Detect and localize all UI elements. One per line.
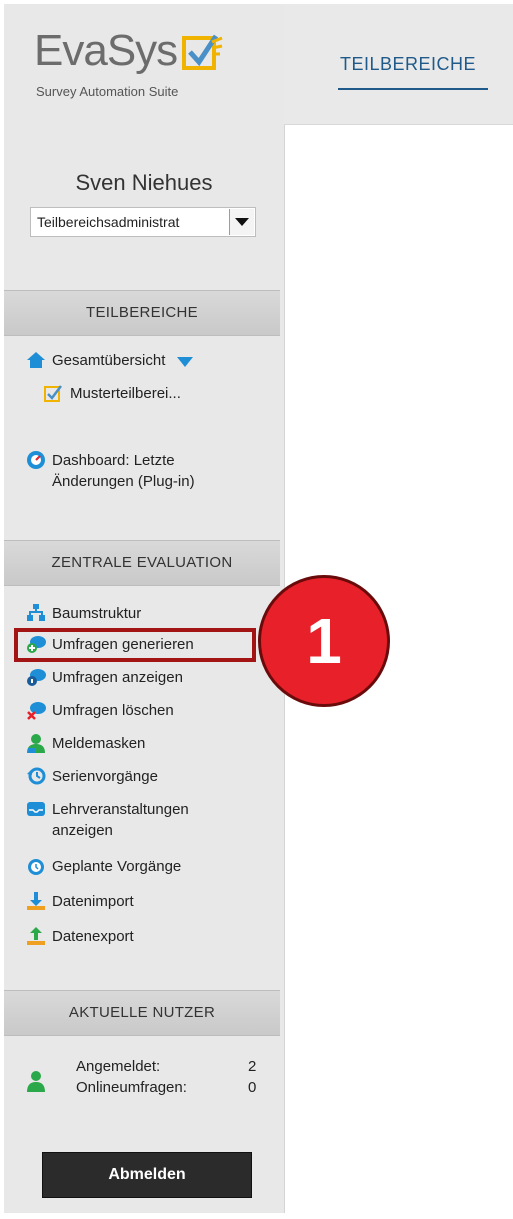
lehrveranstaltungen-line2: anzeigen <box>52 822 113 839</box>
highlight-box <box>14 628 256 662</box>
checkbox-icon <box>44 385 62 402</box>
chevron-down-icon[interactable] <box>229 209 254 235</box>
nav-label: Datenimport <box>52 893 134 910</box>
nav-item-umfragen-anzeigen[interactable]: Umfragen anzeigen <box>26 667 183 688</box>
logo[interactable]: EvaSys Survey Automation Suite <box>34 26 274 106</box>
nav-label: Serienvorgänge <box>52 768 158 785</box>
logo-tagline: Survey Automation Suite <box>36 84 179 99</box>
online-value: 0 <box>248 1079 257 1096</box>
nav-label: Dashboard: Letzte Änderungen (Plug-in) <box>52 450 195 492</box>
nav-item-gesamtuebersicht[interactable]: Gesamtübersicht <box>26 350 194 371</box>
dashboard-line2: Änderungen (Plug-in) <box>52 473 195 490</box>
download-icon <box>27 892 45 910</box>
role-select-value: Teilbereichsadministrat <box>37 214 180 230</box>
logged-in-value: 2 <box>248 1058 257 1075</box>
nav-item-baumstruktur[interactable]: Baumstruktur <box>26 603 141 624</box>
logout-button[interactable]: Abmelden <box>42 1152 252 1198</box>
section-header-aktuelle-nutzer: AKTUELLE NUTZER <box>4 990 280 1036</box>
nav-item-lehrveranstaltungen[interactable]: Lehrveranstaltungen anzeigen <box>26 799 189 841</box>
nav-label: Lehrveranstaltungen anzeigen <box>52 799 189 841</box>
dashboard-icon <box>27 451 45 469</box>
nav-label: Gesamtübersicht <box>52 352 166 369</box>
history-icon <box>27 767 46 785</box>
nav-label: Baumstruktur <box>52 605 142 622</box>
section-header-zentrale: ZENTRALE EVALUATION <box>4 540 280 586</box>
tree-icon <box>27 604 45 621</box>
nav-item-datenimport[interactable]: Datenimport <box>26 891 134 912</box>
person-icon <box>27 734 45 753</box>
upload-icon <box>27 927 45 945</box>
logged-in-label: Angemeldet: <box>76 1058 161 1075</box>
lehrveranstaltungen-line1: Lehrveranstaltungen <box>52 801 189 818</box>
show-survey-icon <box>27 669 46 686</box>
tab-teilbereiche[interactable]: TEILBEREICHE <box>340 54 476 75</box>
header-bar: TEILBEREICHE <box>284 4 513 125</box>
logo-brand: EvaSys <box>34 26 178 75</box>
inbox-icon <box>27 802 45 816</box>
role-select[interactable]: Teilbereichsadministrat <box>30 207 256 237</box>
nav-label: Umfragen anzeigen <box>52 669 183 686</box>
nav-item-geplante-vorgaenge[interactable]: Geplante Vorgänge <box>26 856 181 877</box>
logo-check-icon <box>182 34 223 70</box>
person-icon <box>27 1071 45 1092</box>
delete-survey-icon <box>27 702 46 720</box>
nav-item-datenexport[interactable]: Datenexport <box>26 926 134 947</box>
nav-item-serienvorgaenge[interactable]: Serienvorgänge <box>26 766 158 787</box>
nav-item-musterteilbereich[interactable]: Musterteilberei... <box>44 383 181 404</box>
chevron-down-icon[interactable] <box>177 357 194 367</box>
nav-item-dashboard[interactable]: Dashboard: Letzte Änderungen (Plug-in) <box>26 450 195 492</box>
dashboard-line1: Dashboard: Letzte <box>52 452 175 469</box>
tab-underline <box>338 88 488 90</box>
nav-label: Meldemasken <box>52 735 146 752</box>
section-header-teilbereiche: TEILBEREICHE <box>4 290 280 336</box>
alarm-icon <box>28 859 44 875</box>
nav-label: Geplante Vorgänge <box>52 858 182 875</box>
home-icon <box>27 352 45 368</box>
nav-item-meldemasken[interactable]: Meldemasken <box>26 733 145 754</box>
nav-label: Umfragen löschen <box>52 702 174 719</box>
nav-label: Musterteilberei... <box>70 385 181 402</box>
nav-item-umfragen-loeschen[interactable]: Umfragen löschen <box>26 700 174 721</box>
annotation-badge: 1 <box>258 575 390 707</box>
user-name: Sven Niehues <box>75 170 213 195</box>
online-label: Onlineumfragen: <box>76 1079 187 1096</box>
nav-label: Datenexport <box>52 928 134 945</box>
